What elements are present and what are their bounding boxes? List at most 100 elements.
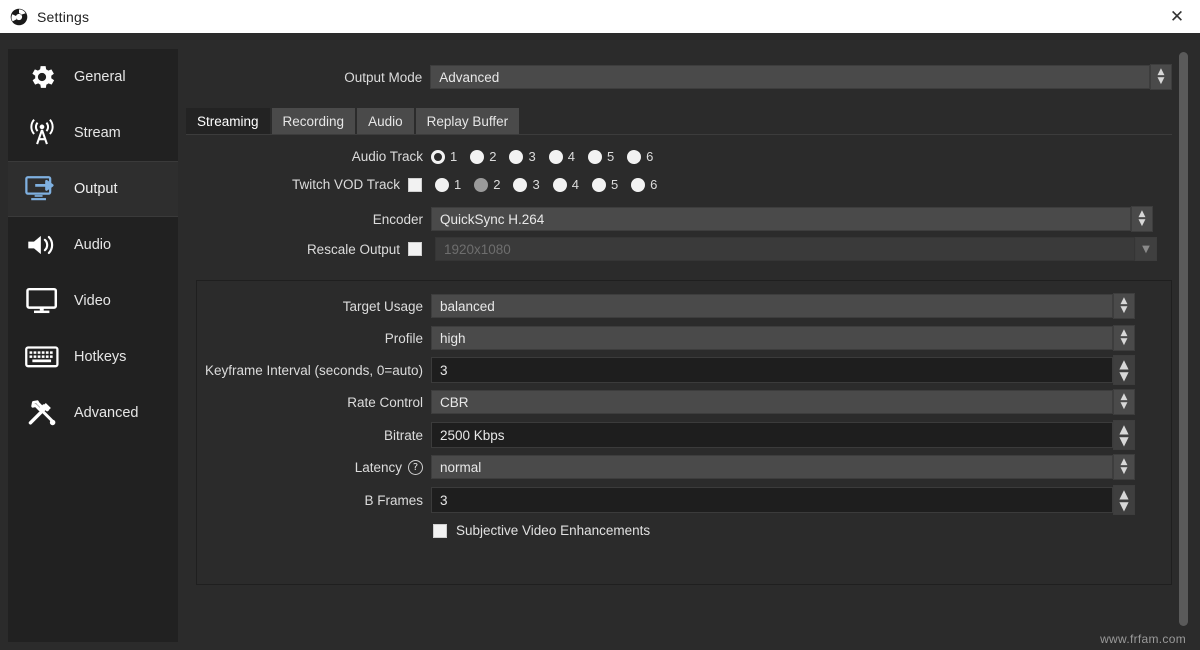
output-settings-panel: Output Mode Advanced ▲ ▼ Streaming Recor… xyxy=(186,49,1192,642)
twitch-vod-radio-label-4: 4 xyxy=(571,177,579,192)
chevron-down-icon: ▼ xyxy=(1119,369,1129,383)
chevron-down-icon: ▼ xyxy=(1119,434,1129,448)
latency-label: Latency xyxy=(354,459,402,475)
twitch-vod-radio-label-3: 3 xyxy=(532,177,540,192)
subjective-video-enhancements-checkbox[interactable] xyxy=(433,523,447,538)
audio-track-radio-5[interactable] xyxy=(587,149,602,164)
twitch-vod-radio-6[interactable] xyxy=(631,177,646,192)
tab-streaming[interactable]: Streaming xyxy=(186,108,270,134)
twitch-vod-radio-label-5: 5 xyxy=(610,177,619,192)
profile-row: Profile high ▲ ▼ xyxy=(197,325,1152,351)
close-icon[interactable]: ✕ xyxy=(1154,0,1200,33)
rescale-output-label: Rescale Output xyxy=(306,241,400,257)
output-mode-select[interactable]: Advanced xyxy=(430,65,1150,89)
output-tabs: Streaming Recording Audio Replay Buffer xyxy=(186,108,1172,135)
speaker-icon xyxy=(22,228,62,262)
keyframe-interval-input[interactable]: 3 xyxy=(431,357,1113,383)
chevron-down-icon: ▼ xyxy=(1157,76,1165,86)
audio-track-radio-label-4: 4 xyxy=(567,149,575,164)
sidebar-item-stream[interactable]: Stream xyxy=(8,105,178,161)
output-mode-label: Output Mode xyxy=(344,69,423,85)
target-usage-select[interactable]: balanced xyxy=(431,294,1113,318)
subjective-video-enhancements-row[interactable]: Subjective Video Enhancements xyxy=(433,523,650,538)
chevron-down-icon: ▼ xyxy=(1120,401,1128,411)
tools-icon xyxy=(22,396,62,430)
profile-select[interactable]: high xyxy=(431,326,1113,350)
gear-icon xyxy=(22,60,62,94)
subjective-video-enhancements-label: Subjective Video Enhancements xyxy=(456,523,651,538)
bitrate-input[interactable]: 2500 Kbps xyxy=(431,422,1113,448)
twitch-vod-radio-5[interactable] xyxy=(591,177,606,192)
encoder-stepper[interactable]: ▲ ▼ xyxy=(1131,206,1153,232)
twitch-vod-track-row: Twitch VOD Track 1 2 3 4 5 6 xyxy=(186,177,657,192)
profile-label: Profile xyxy=(384,330,423,346)
twitch-vod-radio-label-6: 6 xyxy=(650,177,658,192)
tab-audio[interactable]: Audio xyxy=(357,108,414,134)
sidebar-item-audio[interactable]: Audio xyxy=(8,217,178,273)
rate-control-label: Rate Control xyxy=(347,394,423,410)
target-usage-stepper[interactable]: ▲ ▼ xyxy=(1113,293,1135,319)
watermark: www.frfam.com xyxy=(1100,632,1186,646)
encoder-select[interactable]: QuickSync H.264 xyxy=(431,207,1131,231)
vertical-scrollbar[interactable] xyxy=(1176,49,1190,642)
audio-track-radio-label-6: 6 xyxy=(646,149,654,164)
target-usage-row: Target Usage balanced ▲ ▼ xyxy=(197,293,1152,319)
twitch-vod-radio-label-2: 2 xyxy=(493,177,501,192)
bitrate-stepper[interactable]: ▲ ▼ xyxy=(1113,420,1135,450)
audio-track-radio-4[interactable] xyxy=(548,149,563,164)
twitch-vod-radio-3[interactable] xyxy=(513,177,528,192)
b-frames-input[interactable]: 3 xyxy=(431,487,1113,513)
twitch-vod-track-checkbox[interactable] xyxy=(408,177,422,192)
rate-control-row: Rate Control CBR ▲ ▼ xyxy=(197,389,1152,415)
audio-track-label: Audio Track xyxy=(351,149,423,164)
audio-track-radio-2[interactable] xyxy=(470,149,485,164)
chevron-down-icon: ▼ xyxy=(1119,499,1129,513)
twitch-vod-radio-2[interactable] xyxy=(474,177,489,192)
latency-stepper[interactable]: ▲ ▼ xyxy=(1113,454,1135,480)
tab-replay-buffer[interactable]: Replay Buffer xyxy=(415,108,520,134)
output-mode-stepper[interactable]: ▲ ▼ xyxy=(1150,64,1172,90)
latency-select[interactable]: normal xyxy=(431,455,1113,479)
sidebar-item-general[interactable]: General xyxy=(8,49,178,105)
audio-track-radio-label-2: 2 xyxy=(489,149,497,164)
keyboard-icon xyxy=(22,340,62,374)
bitrate-label: Bitrate xyxy=(383,427,423,443)
twitch-vod-radio-label-1: 1 xyxy=(454,177,462,192)
rescale-output-value[interactable]: 1920x1080 xyxy=(435,237,1135,261)
scrollbar-thumb[interactable] xyxy=(1179,52,1188,626)
twitch-vod-radio-1[interactable] xyxy=(435,177,449,192)
b-frames-stepper[interactable]: ▲ ▼ xyxy=(1113,485,1135,515)
twitch-vod-track-label: Twitch VOD Track xyxy=(291,177,400,192)
rescale-output-row: Rescale Output 1920x1080 ▼ xyxy=(186,237,1161,261)
chevron-down-icon: ▼ xyxy=(1120,337,1128,347)
chevron-down-icon: ▼ xyxy=(1120,305,1128,315)
profile-stepper[interactable]: ▲ ▼ xyxy=(1113,325,1135,351)
sidebar-item-output[interactable]: Output xyxy=(8,161,178,217)
rate-control-stepper[interactable]: ▲ ▼ xyxy=(1113,389,1135,415)
broadcast-icon xyxy=(22,116,62,150)
audio-track-radio-1[interactable] xyxy=(431,149,445,164)
audio-track-radio-6[interactable] xyxy=(627,149,642,164)
audio-track-radio-3[interactable] xyxy=(509,149,524,164)
keyframe-interval-label: Keyframe Interval (seconds, 0=auto) xyxy=(205,362,423,378)
rescale-output-dropdown-icon[interactable]: ▼ xyxy=(1135,237,1157,261)
keyframe-interval-stepper[interactable]: ▲ ▼ xyxy=(1113,355,1135,385)
audio-track-radio-label-1: 1 xyxy=(450,149,458,164)
sidebar-item-video[interactable]: Video xyxy=(8,273,178,329)
sidebar-item-hotkeys[interactable]: Hotkeys xyxy=(8,329,178,385)
sidebar-item-advanced[interactable]: Advanced xyxy=(8,385,178,441)
settings-sidebar: General Stream Output Audio Video Hotkey… xyxy=(8,49,178,642)
help-icon[interactable]: ? xyxy=(408,459,423,475)
twitch-vod-radio-4[interactable] xyxy=(552,177,567,192)
bitrate-row: Bitrate 2500 Kbps ▲ ▼ xyxy=(197,420,1152,450)
encoder-settings-group: Target Usage balanced ▲ ▼ Profile high ▲… xyxy=(196,280,1172,585)
b-frames-label: B Frames xyxy=(364,492,423,508)
rescale-output-checkbox[interactable] xyxy=(408,242,422,256)
sidebar-item-label: General xyxy=(74,69,126,85)
tab-recording[interactable]: Recording xyxy=(271,108,356,134)
rate-control-select[interactable]: CBR xyxy=(431,390,1113,414)
title-bar: Settings ✕ xyxy=(0,0,1200,33)
audio-track-radio-label-3: 3 xyxy=(528,149,536,164)
monitor-icon xyxy=(22,284,62,318)
b-frames-row: B Frames 3 ▲ ▼ xyxy=(197,485,1152,515)
